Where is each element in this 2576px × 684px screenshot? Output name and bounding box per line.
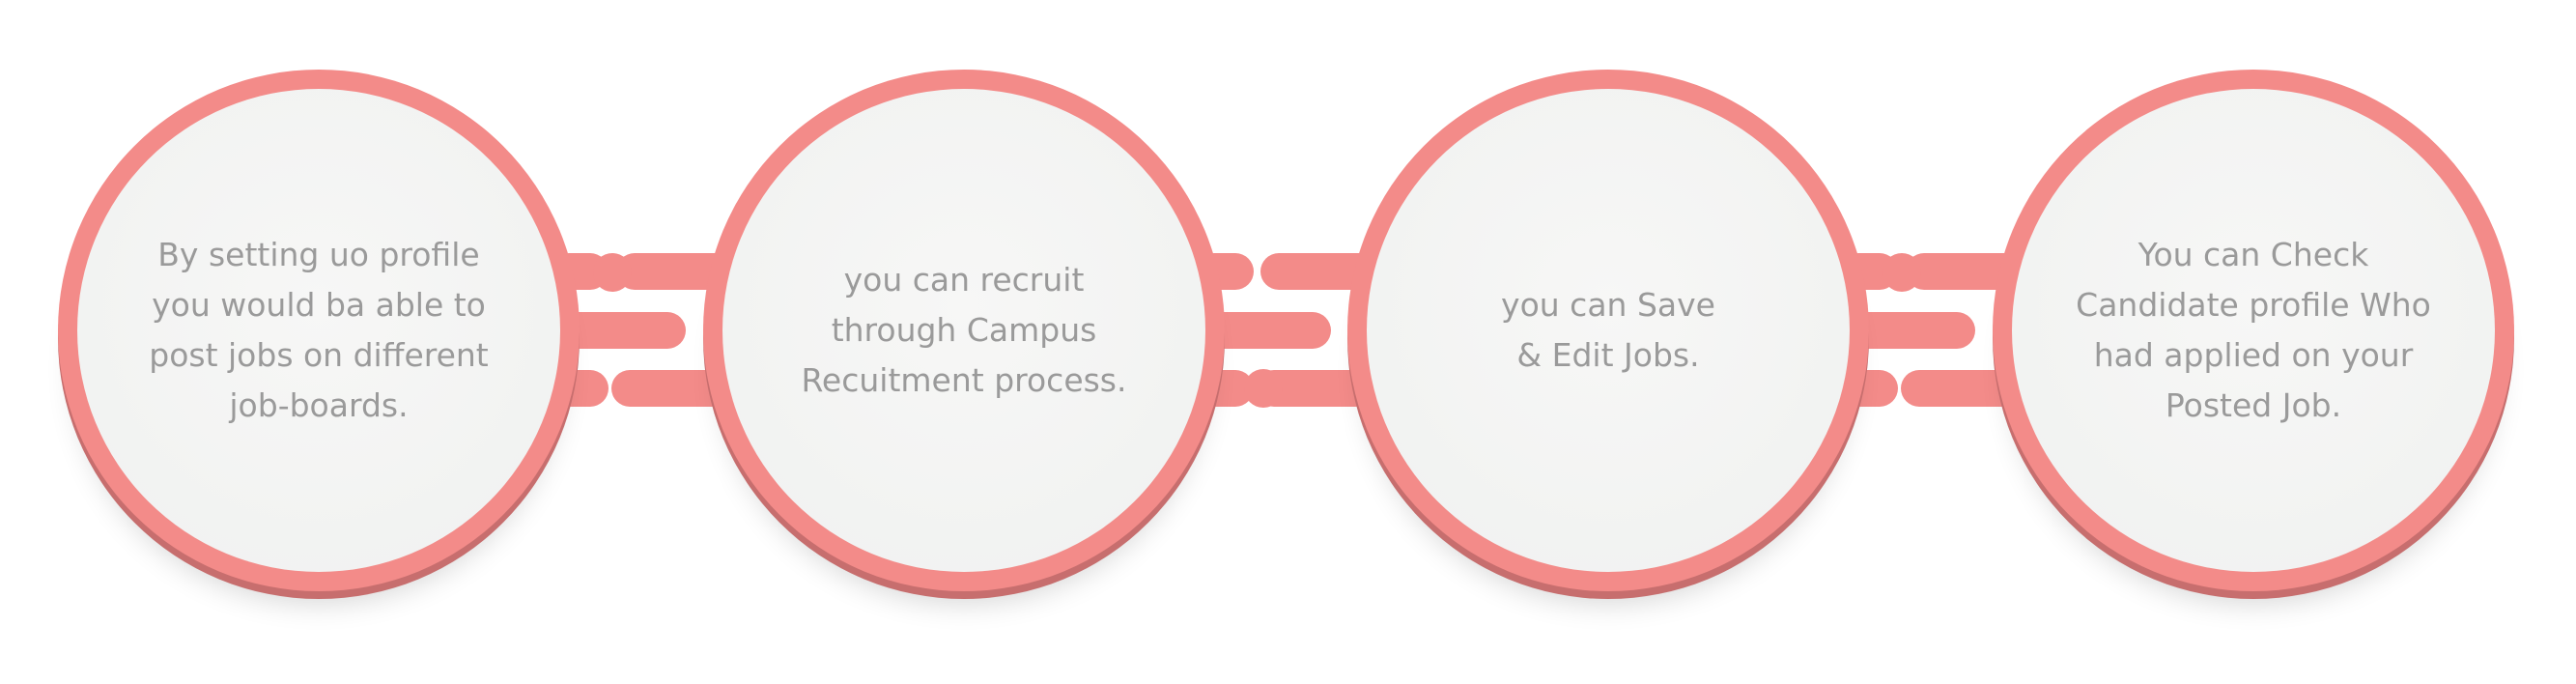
step-3-text: you can Save & Edit Jobs. (1425, 280, 1792, 381)
step-text-line: you can Save (1501, 286, 1715, 324)
step-text-line: Recuitment process. (801, 361, 1127, 399)
step-text-line: Posted Job. (2165, 386, 2342, 424)
step-text-line: You can Check (2137, 236, 2369, 273)
step-text-line: By setting uo profile (157, 236, 480, 273)
step-4-text: You can Check Candidate profile Who had ap… (2070, 230, 2437, 431)
step-1-text: By setting uo profile you would ba able t… (135, 230, 502, 431)
step-text-line: job-boards. (229, 386, 409, 424)
step-text-line: post jobs on different (149, 336, 489, 374)
process-diagram: By setting uo profile you would ba able t… (0, 0, 2576, 679)
step-text-line: & Edit Jobs. (1516, 336, 1700, 374)
connector-dot (1244, 369, 1283, 408)
step-text-line: Candidate profile Who (2076, 286, 2431, 324)
step-2-text: you can recruit through Campus Recuitment … (780, 255, 1147, 406)
step-text-line: you would ba able to (152, 286, 486, 324)
step-text-line: through Campus (831, 311, 1097, 349)
connector-dot (1882, 253, 1921, 292)
connector-dot (593, 253, 632, 292)
step-text-line: had applied on your (2093, 336, 2414, 374)
step-text-line: you can recruit (843, 261, 1085, 299)
